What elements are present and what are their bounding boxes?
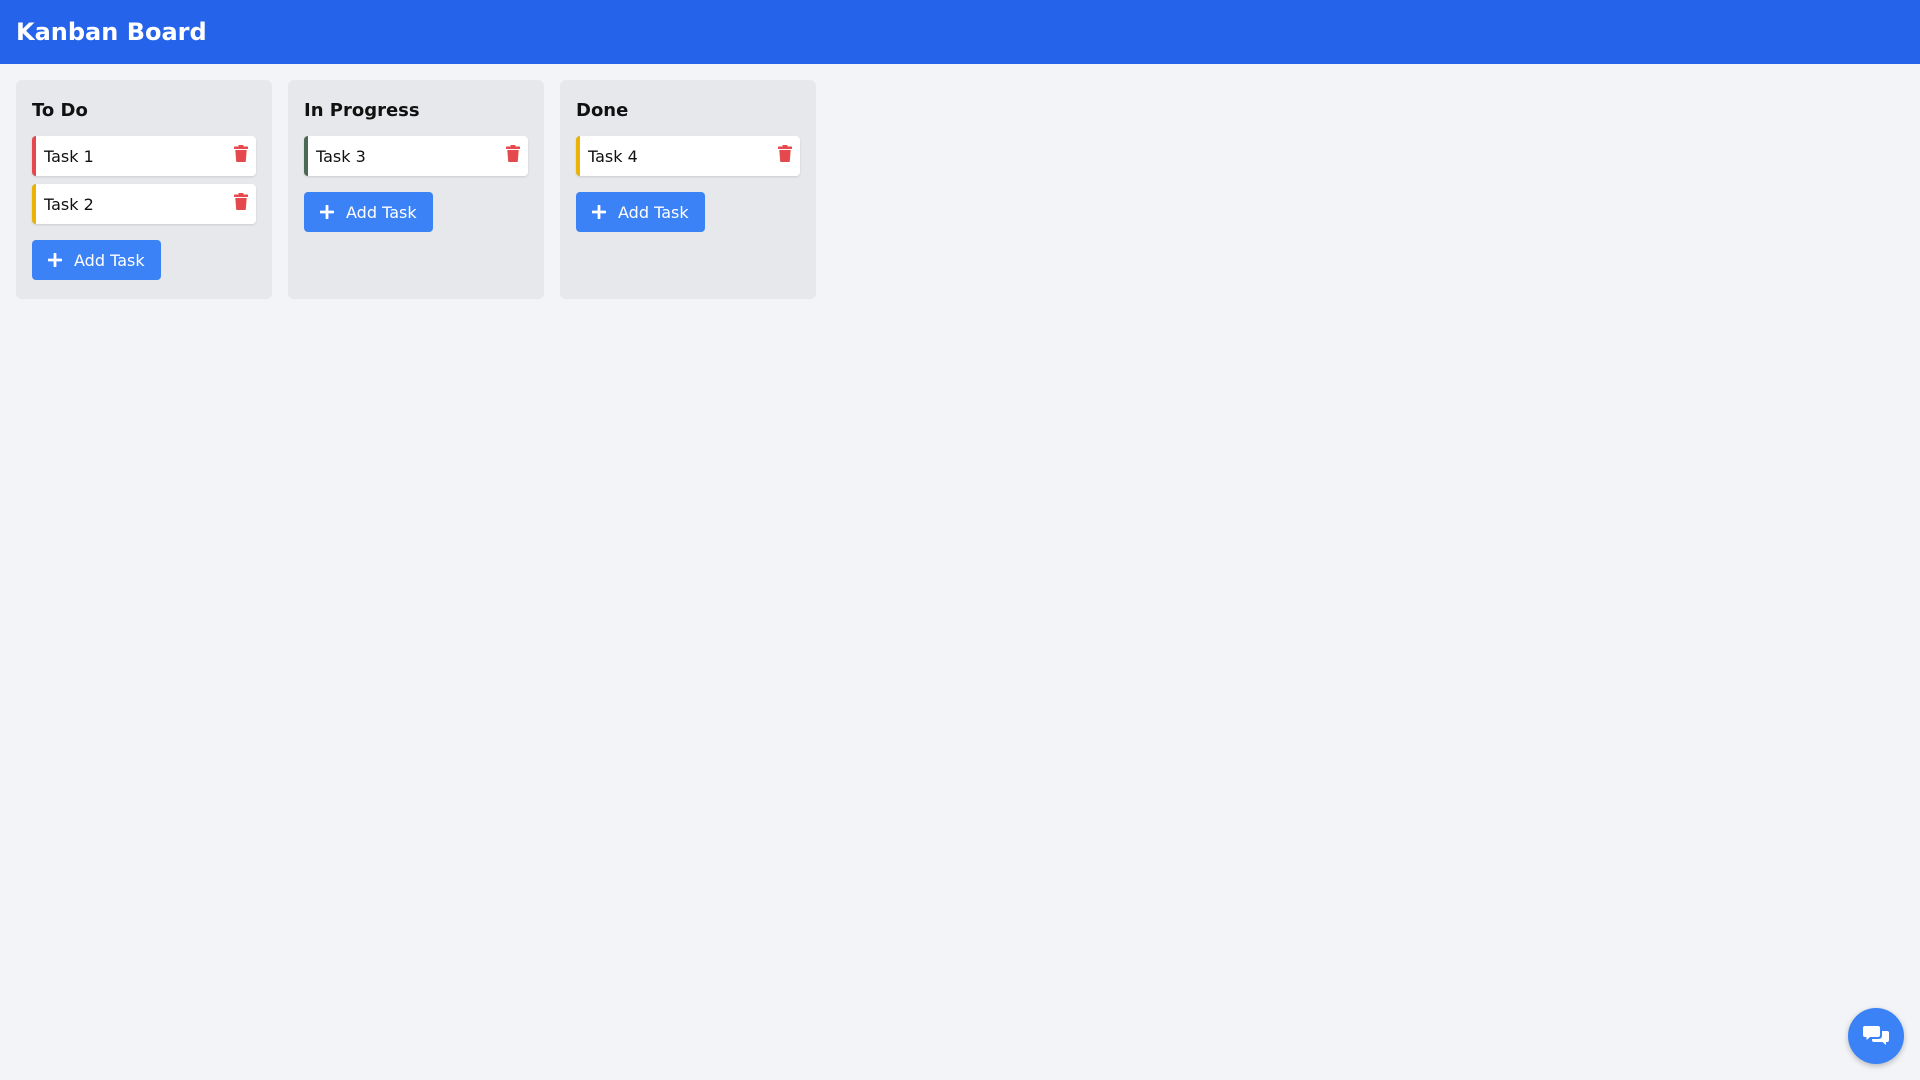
task-card[interactable]: Task 1	[32, 136, 256, 176]
task-card[interactable]: Task 4	[576, 136, 800, 176]
task-card[interactable]: Task 3	[304, 136, 528, 176]
chat-button[interactable]	[1848, 1008, 1904, 1064]
task-label: Task 1	[44, 146, 94, 166]
plus-icon	[320, 205, 334, 219]
chat-icon	[1863, 1026, 1889, 1045]
kanban-board: To Do Task 1 Task 2 Add Task In Progress…	[16, 80, 816, 299]
column-in-progress: In Progress Task 3 Add Task	[288, 80, 544, 299]
trash-icon[interactable]	[234, 193, 248, 210]
task-label: Task 4	[588, 146, 638, 166]
task-card[interactable]: Task 2	[32, 184, 256, 224]
task-list: Task 4	[576, 136, 800, 176]
column-to-do: To Do Task 1 Task 2 Add Task	[16, 80, 272, 299]
column-done: Done Task 4 Add Task	[560, 80, 816, 299]
plus-icon	[48, 253, 62, 267]
task-label: Task 2	[44, 194, 94, 214]
add-task-button[interactable]: Add Task	[576, 192, 705, 232]
plus-icon	[592, 205, 606, 219]
add-task-button[interactable]: Add Task	[32, 240, 161, 280]
add-task-label: Add Task	[618, 202, 689, 222]
add-task-label: Add Task	[74, 250, 145, 270]
task-label: Task 3	[316, 146, 366, 166]
column-title: In Progress	[304, 100, 420, 121]
app-header: Kanban Board	[0, 0, 1920, 64]
add-task-button[interactable]: Add Task	[304, 192, 433, 232]
task-list: Task 1 Task 2	[32, 136, 256, 224]
page-title: Kanban Board	[16, 18, 207, 46]
trash-icon[interactable]	[778, 145, 792, 162]
trash-icon[interactable]	[506, 145, 520, 162]
task-list: Task 3	[304, 136, 528, 176]
column-title: Done	[576, 100, 629, 121]
trash-icon[interactable]	[234, 145, 248, 162]
column-title: To Do	[32, 100, 88, 121]
add-task-label: Add Task	[346, 202, 417, 222]
